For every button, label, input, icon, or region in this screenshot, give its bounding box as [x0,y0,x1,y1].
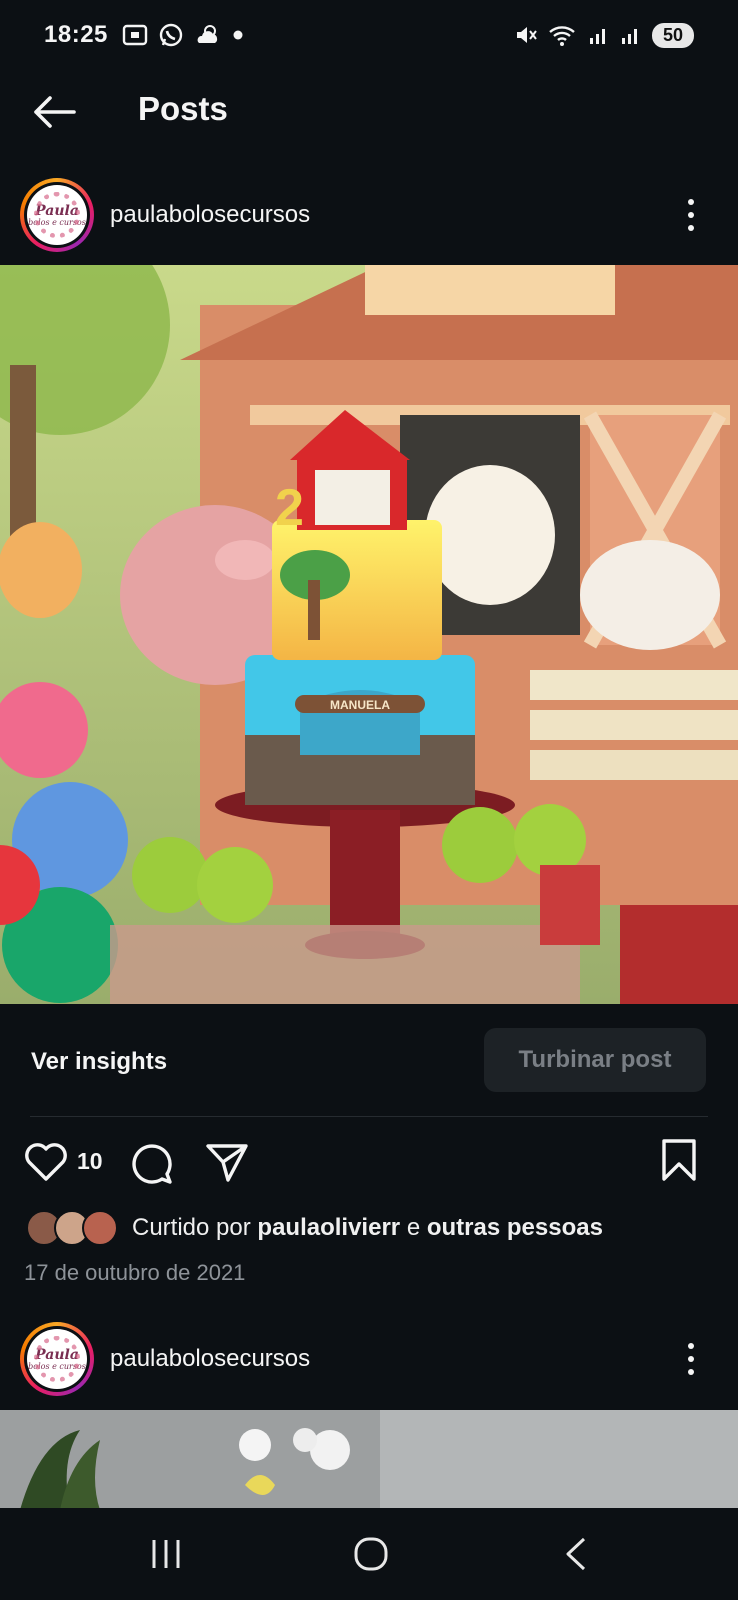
liked-by-row[interactable]: Curtido por paulaolivierr e outras pesso… [24,1208,603,1248]
post-image[interactable]: MANUELA 2 [0,265,738,1004]
cake-number-text: 2 [275,479,304,537]
liked-by-others[interactable]: outras pessoas [427,1214,603,1241]
post-image[interactable] [0,1410,738,1510]
signal-icon [622,29,637,44]
battery-indicator: 50 [652,22,694,48]
cake-name-text: MANUELA [330,698,390,712]
system-nav-bar [0,1508,738,1600]
back-icon[interactable] [562,1536,590,1572]
liked-by-text: Curtido por paulaolivierr e outras pesso… [132,1214,603,1242]
view-insights-link[interactable]: Ver insights [31,1048,167,1076]
more-options-icon[interactable] [686,199,696,231]
notification-dot-icon [233,30,243,40]
liker-avatars [24,1210,120,1246]
weather-icon [197,25,218,43]
cake-photo: MANUELA 2 [0,265,738,1004]
post-header: Paula bolos e cursos paulabolosecursos [0,172,738,258]
liked-by-user[interactable]: paulaolivierr [257,1214,400,1241]
divider [30,1116,708,1117]
avatar[interactable]: Paula bolos e cursos [20,178,94,252]
post-username[interactable]: paulabolosecursos [110,1345,310,1373]
more-options-icon[interactable] [686,1343,696,1375]
status-right-icons: 50 [514,22,694,48]
app-header: Posts [0,70,738,154]
recents-icon[interactable] [150,1538,182,1570]
status-time: 18:25 [44,21,108,48]
flower-photo [0,1410,738,1510]
avatar[interactable]: Paula bolos e cursos [20,1322,94,1396]
avatar [82,1210,118,1246]
post-username[interactable]: paulabolosecursos [110,201,310,229]
home-icon[interactable] [353,1536,389,1572]
heart-icon[interactable] [24,1142,68,1182]
post-actions: 10 [0,1138,738,1186]
comment-icon[interactable] [128,1140,174,1184]
like-count[interactable]: 10 [77,1148,103,1175]
screenshot-icon [122,24,148,46]
arrow-left-icon[interactable] [30,94,78,130]
mute-icon [517,27,537,43]
signal-icon [590,29,605,44]
liked-by-connector: e [406,1214,421,1241]
insights-row: Ver insights Turbinar post [0,1026,738,1092]
status-bar: 18:25 50 [0,0,738,70]
whatsapp-icon [159,23,183,47]
liked-by-prefix: Curtido por [132,1214,251,1241]
share-icon[interactable] [204,1140,250,1184]
boost-post-button[interactable]: Turbinar post [484,1028,706,1092]
post-date: 17 de outubro de 2021 [24,1260,246,1285]
status-left-icons [122,22,244,48]
post-header: Paula bolos e cursos paulabolosecursos [0,1316,738,1402]
wifi-icon [549,26,575,46]
page-title: Posts [138,90,228,127]
bookmark-icon[interactable] [660,1138,698,1182]
